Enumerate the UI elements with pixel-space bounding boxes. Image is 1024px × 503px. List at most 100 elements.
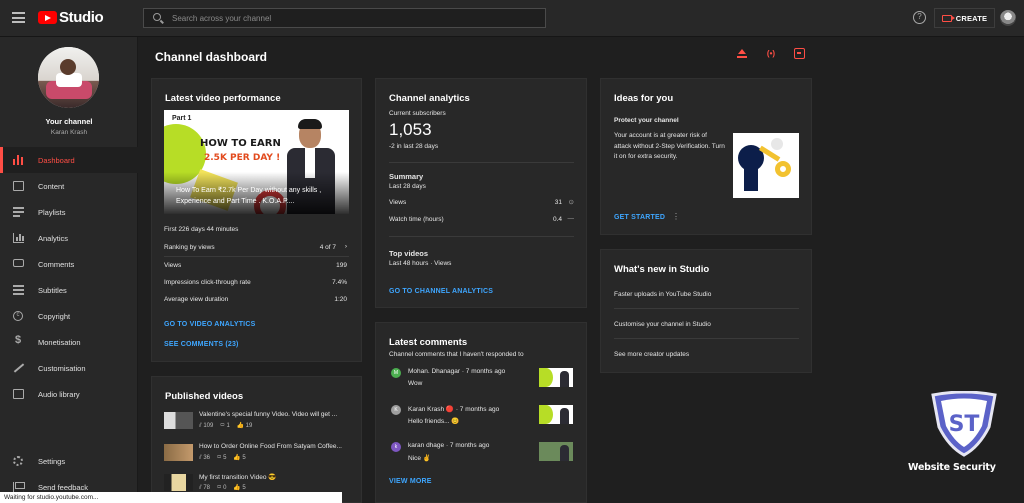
thumbnail-subline: 2.5K PER DAY !: [204, 153, 281, 163]
upload-icon[interactable]: [735, 47, 749, 61]
video-title[interactable]: My first transition Video 😎: [199, 473, 276, 481]
menu-icon[interactable]: [12, 12, 25, 23]
video-stats: ⫽ 109 ▭ 1 👍 19: [199, 422, 252, 430]
subscribers-change: -2 in last 28 days: [389, 143, 439, 150]
watermark-letters: ST: [949, 412, 980, 437]
check-icon: ⊙: [568, 199, 574, 206]
thumbnail-part-text: Part 1: [172, 115, 192, 122]
sidebar-item-customisation[interactable]: Customisation: [0, 355, 138, 381]
content-icon: [13, 181, 24, 191]
sidebar-item-label: Settings: [38, 456, 66, 466]
video-stats: ⫽ 36 ▭ 5 👍 5: [199, 454, 246, 462]
stat-value: 31: [554, 199, 562, 206]
likes-icon: 👍: [233, 455, 243, 461]
card-title: Published videos: [165, 391, 244, 402]
analytics-icon: [13, 233, 24, 243]
sidebar-item-label: Customisation: [38, 363, 86, 373]
browser-status-bar: Waiting for studio.youtube.com...: [0, 492, 342, 503]
whats-new-item[interactable]: Customise your channel in Studio: [614, 321, 711, 328]
divider: [389, 162, 574, 163]
card-title: Channel analytics: [389, 93, 470, 104]
chevron-right-icon[interactable]: ›: [339, 243, 347, 250]
view-more-link[interactable]: VIEW MORE: [389, 478, 432, 485]
video-thumbnail[interactable]: Part 1 HOW TO EARN 2.5K PER DAY ! How To…: [164, 110, 349, 214]
sidebar-item-label: Send feedback: [38, 482, 89, 492]
get-started-button[interactable]: GET STARTED: [614, 214, 665, 221]
comment-author: Karan Krash 🔴 · 7 months ago: [408, 406, 500, 413]
create-button[interactable]: CREATE: [934, 8, 995, 28]
stat-value: 1:20: [334, 296, 347, 303]
sidebar-item-content[interactable]: Content: [0, 173, 138, 199]
search-box[interactable]: [143, 8, 546, 28]
studio-logo[interactable]: Studio: [38, 9, 104, 26]
go-to-channel-analytics-link[interactable]: GO TO CHANNEL ANALYTICS: [389, 288, 493, 295]
sidebar-item-settings[interactable]: Settings: [0, 448, 138, 474]
stat-value: 0.4: [552, 216, 562, 223]
comment-text: Wow: [408, 380, 423, 387]
search-input[interactable]: [172, 11, 532, 25]
comments-count: 5: [223, 455, 227, 461]
create-post-icon[interactable]: [794, 48, 805, 59]
sidebar-item-comments[interactable]: Comments: [0, 251, 138, 277]
go-live-icon[interactable]: (•): [764, 47, 778, 61]
more-vert-icon[interactable]: ⋮: [672, 212, 680, 221]
dash-icon: —: [567, 215, 575, 222]
see-comments-link[interactable]: SEE COMMENTS (23): [164, 341, 239, 348]
stat-label: Impressions click-through rate: [164, 279, 251, 286]
sidebar-item-label: Copyright: [38, 311, 71, 321]
sidebar-item-monetisation[interactable]: $ Monetisation: [0, 329, 138, 355]
help-icon[interactable]: ?: [913, 11, 926, 24]
video-thumbnail[interactable]: [164, 412, 193, 429]
sidebar-item-audio-library[interactable]: Audio library: [0, 381, 138, 407]
video-thumbnail[interactable]: [164, 444, 193, 461]
video-title[interactable]: Valentine's special funny Video. Video w…: [199, 411, 337, 418]
avatar[interactable]: k: [391, 442, 401, 452]
stat-label: Views: [389, 199, 407, 206]
summary-title: Summary: [389, 172, 424, 181]
sidebar-item-analytics[interactable]: Analytics: [0, 225, 138, 251]
views-count: 109: [203, 423, 214, 429]
wand-icon: [13, 363, 25, 373]
ideas-heading: Protect your channel: [614, 117, 679, 124]
likes-count: 5: [242, 485, 246, 491]
comments-count: 0: [223, 485, 227, 491]
sidebar-item-playlists[interactable]: Playlists: [0, 199, 138, 225]
video-thumbnail[interactable]: [539, 442, 573, 461]
channel-avatar[interactable]: [38, 47, 99, 108]
channel-title: Your channel: [45, 117, 93, 126]
video-title[interactable]: How to Order Online Food From Satyam Cof…: [199, 443, 342, 450]
card-title: What's new in Studio: [614, 264, 710, 275]
account-avatar[interactable]: [1000, 10, 1016, 26]
channel-name: Karan Krash: [50, 129, 88, 136]
first-time-label: First 226 days 44 minutes: [164, 226, 239, 233]
sidebar-item-label: Monetisation: [38, 337, 81, 347]
sidebar-item-dashboard[interactable]: Dashboard: [0, 147, 138, 173]
search-icon: [153, 13, 161, 21]
go-to-video-analytics-link[interactable]: GO TO VIDEO ANALYTICS: [164, 321, 255, 328]
sidebar-item-label: Content: [38, 181, 65, 191]
stat-value: 199: [336, 262, 347, 269]
sidebar-item-label: Comments: [38, 259, 75, 269]
comment-author: Mohan. Dhanagar · 7 months ago: [408, 368, 506, 375]
watermark-text: Website Security: [908, 462, 996, 473]
video-thumbnail[interactable]: [164, 474, 193, 491]
comment-author: karan dhage · 7 months ago: [408, 442, 490, 449]
logo-text: Studio: [59, 9, 104, 26]
audio-library-icon: [13, 389, 24, 399]
thumbnail-headline: HOW TO EARN: [200, 138, 281, 149]
likes-count: 5: [242, 455, 246, 461]
subscribers-label: Current subscribers: [389, 110, 446, 117]
subscribers-count: 1,053: [389, 120, 432, 139]
summary-period: Last 28 days: [389, 183, 426, 190]
video-thumbnail[interactable]: [539, 368, 573, 387]
avatar[interactable]: K: [391, 405, 401, 415]
video-thumbnail[interactable]: [539, 405, 573, 424]
create-label: CREATE: [955, 13, 988, 23]
whats-new-item[interactable]: See more creator updates: [614, 351, 689, 358]
sidebar-item-copyright[interactable]: c Copyright: [0, 303, 138, 329]
whats-new-item[interactable]: Faster uploads in YouTube Studio: [614, 291, 711, 298]
sidebar-item-subtitles[interactable]: Subtitles: [0, 277, 138, 303]
card-title: Latest video performance: [165, 93, 281, 104]
card-title: Latest comments: [389, 337, 468, 348]
avatar[interactable]: M: [391, 368, 401, 378]
